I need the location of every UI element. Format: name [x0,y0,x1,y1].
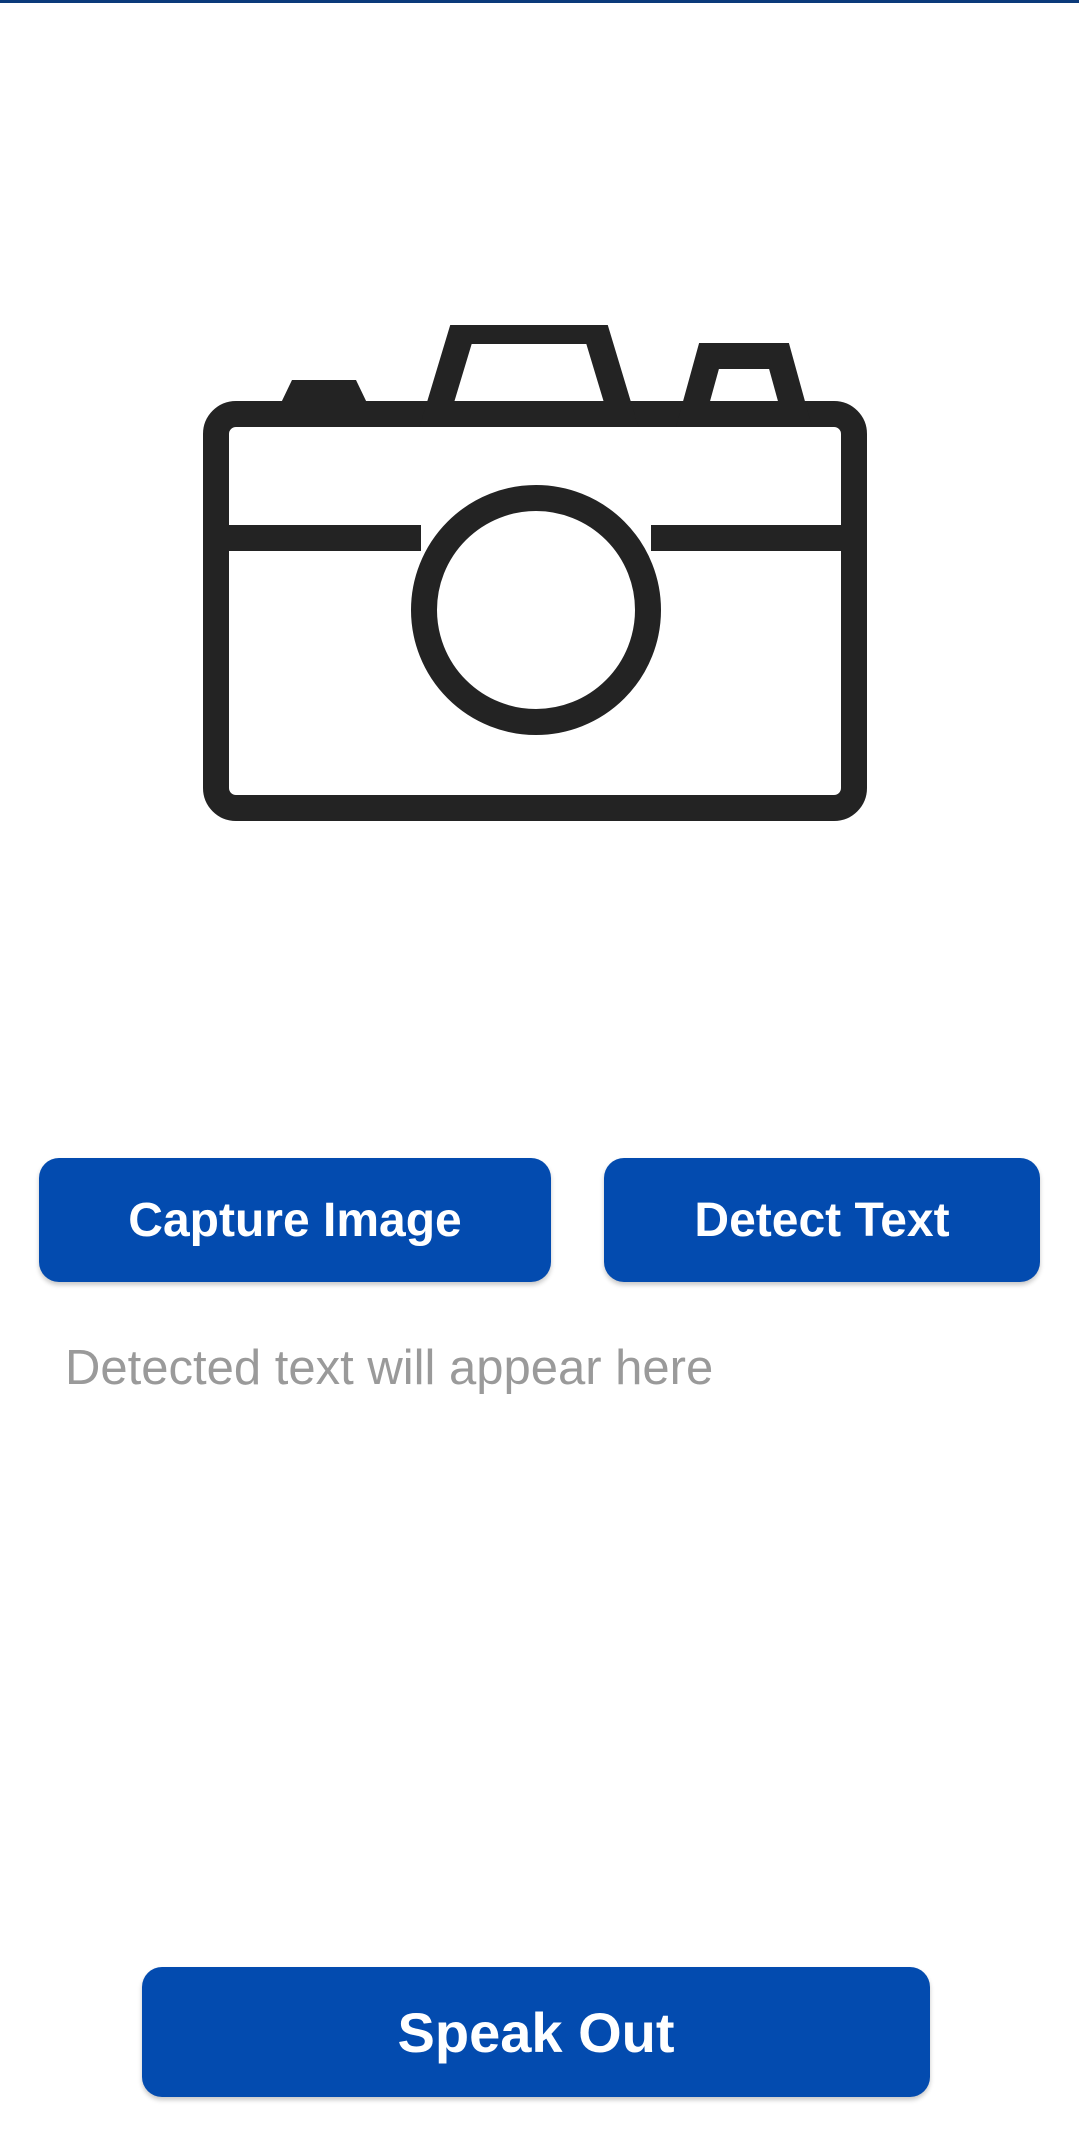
detect-text-button[interactable]: Detect Text [604,1158,1040,1282]
speak-out-button[interactable]: Speak Out [142,1967,930,2097]
status-divider [0,0,1079,3]
image-preview [203,325,867,825]
capture-image-button[interactable]: Capture Image [39,1158,551,1282]
detected-text-output: Detected text will appear here [65,1341,714,1395]
camera-icon [203,325,867,821]
